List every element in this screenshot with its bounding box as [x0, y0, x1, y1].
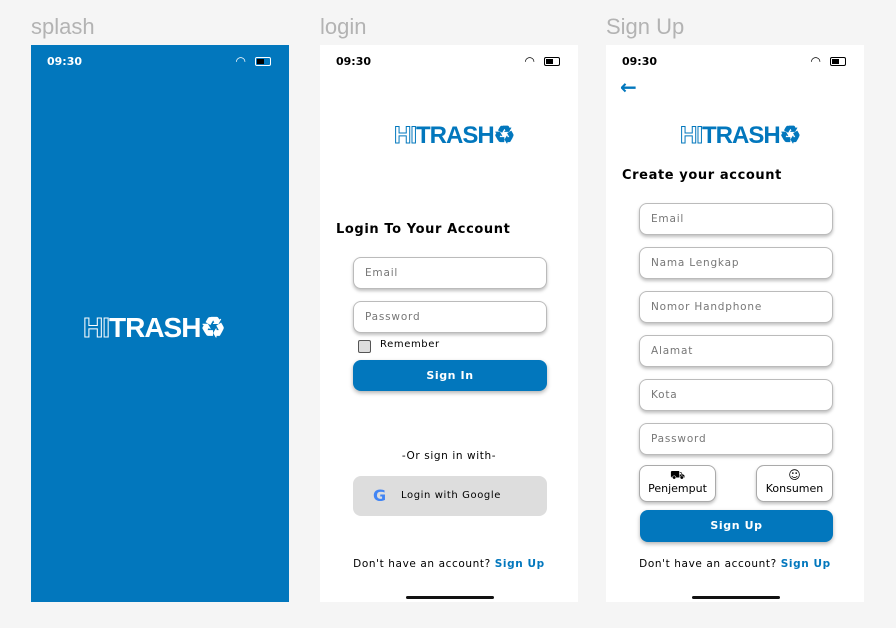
remember-checkbox[interactable]	[358, 340, 371, 353]
password-input[interactable]: Password	[639, 423, 833, 455]
email-input[interactable]: Email	[353, 257, 547, 289]
role-penjemput-button[interactable]: ⛟ Penjemput	[639, 465, 716, 502]
remember-label: Remember	[380, 339, 440, 350]
logo: HITRASH♻	[394, 122, 516, 150]
sign-up-link[interactable]: Sign Up	[781, 558, 831, 570]
splash-screen: 09:30 ◠ HITRASH♻	[31, 45, 289, 602]
or-sign-in-text: -Or sign in with-	[401, 450, 497, 462]
role-konsumen-button[interactable]: ☺ Konsumen	[756, 465, 833, 502]
google-login-button[interactable]: G Login with Google	[353, 476, 547, 516]
login-label: login	[320, 14, 367, 39]
status-time: 09:30	[336, 55, 372, 68]
password-input[interactable]: Password	[353, 301, 547, 333]
email-input[interactable]: Email	[639, 203, 833, 235]
signup-prompt: Don't have an account? Sign Up	[606, 558, 864, 570]
login-screen: 09:30 ◠ HITRASH♻ Login To Your Account E…	[320, 45, 578, 602]
status-time: 09:30	[622, 55, 658, 68]
page-title: Create your account	[622, 168, 782, 183]
full-name-input[interactable]: Nama Lengkap	[639, 247, 833, 279]
battery-icon	[544, 56, 560, 66]
home-indicator	[406, 596, 494, 599]
status-time: 09:30	[47, 55, 83, 68]
status-icons: ◠	[525, 54, 560, 68]
page-title: Login To Your Account	[336, 222, 511, 237]
courier-icon: ⛟	[669, 468, 686, 482]
signup-screen: 09:30 ◠ ← HITRASH♻ Create your account E…	[606, 45, 864, 602]
google-icon: G	[373, 486, 387, 505]
signup-prompt: Don't have an account? Sign Up	[320, 558, 578, 570]
address-input[interactable]: Alamat	[639, 335, 833, 367]
signup-prompt-text: Don't have an account?	[639, 558, 781, 570]
splash-label: splash	[31, 14, 95, 39]
google-login-label: Login with Google	[401, 490, 502, 501]
wifi-icon: ◠	[235, 54, 246, 68]
user-icon: ☺	[788, 468, 801, 482]
phone-input[interactable]: Nomor Handphone	[639, 291, 833, 323]
sign-up-link[interactable]: Sign Up	[495, 558, 545, 570]
status-icons: ◠	[811, 54, 846, 68]
sign-in-button[interactable]: Sign In	[353, 360, 547, 391]
splash-logo: HITRASH♻	[83, 312, 226, 344]
sign-up-button[interactable]: Sign Up	[640, 510, 833, 542]
home-indicator	[692, 596, 780, 599]
wifi-icon: ◠	[810, 54, 821, 68]
signup-label: Sign Up	[606, 14, 685, 39]
status-icons: ◠	[236, 54, 271, 68]
battery-icon	[830, 56, 846, 66]
signup-prompt-text: Don't have an account?	[353, 558, 495, 570]
city-input[interactable]: Kota	[639, 379, 833, 411]
back-arrow-icon[interactable]: ←	[620, 75, 637, 99]
role-label: Penjemput	[648, 482, 707, 495]
wifi-icon: ◠	[524, 54, 535, 68]
logo: HITRASH♻	[680, 122, 802, 150]
role-label: Konsumen	[765, 482, 824, 495]
battery-icon	[255, 56, 271, 66]
